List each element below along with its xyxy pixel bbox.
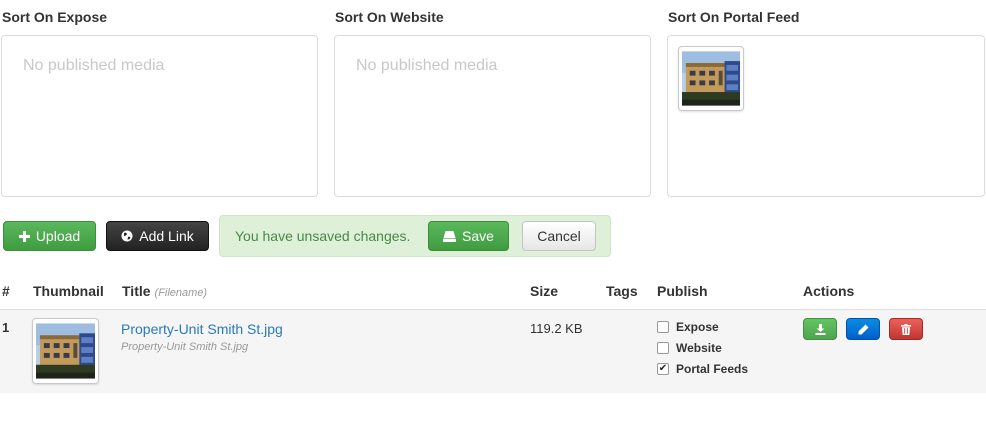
media-title-link[interactable]: Property-Unit Smith St.jpg	[121, 321, 283, 337]
cancel-button[interactable]: Cancel	[522, 221, 596, 251]
portal-feed-media-thumbnail[interactable]	[678, 46, 744, 111]
column-header-thumbnail: Thumbnail	[33, 283, 104, 299]
publish-website-option[interactable]: Website	[657, 341, 722, 355]
hard-drive-icon	[443, 230, 457, 242]
title-header-label: Title	[122, 283, 151, 299]
upload-label: Upload	[35, 228, 81, 244]
website-checkbox[interactable]	[657, 342, 669, 354]
sort-expose-title: Sort On Expose	[2, 9, 108, 25]
media-filename: Property-Unit Smith St.jpg	[121, 341, 249, 353]
website-label: Website	[676, 341, 722, 355]
download-button[interactable]	[803, 318, 837, 340]
publish-portal-feeds-option[interactable]: ✔ Portal Feeds	[657, 362, 748, 376]
sort-website-dropzone[interactable]: No published media	[334, 35, 651, 197]
globe-icon	[121, 230, 133, 242]
download-icon	[815, 323, 825, 335]
property-image	[682, 50, 740, 107]
save-button[interactable]: Save	[428, 221, 509, 251]
publish-expose-option[interactable]: Expose	[657, 320, 719, 334]
media-size: 119.2 KB	[530, 321, 583, 336]
pencil-icon	[858, 324, 868, 334]
cancel-label: Cancel	[537, 228, 581, 244]
plus-icon	[18, 230, 30, 242]
add-link-label: Add Link	[139, 228, 194, 244]
expose-label: Expose	[676, 320, 719, 334]
column-header-size: Size	[530, 283, 559, 299]
column-header-number: #	[2, 283, 10, 299]
filename-header-label: (Filename)	[154, 287, 208, 299]
unsaved-changes-text: You have unsaved changes.	[235, 228, 411, 244]
upload-button[interactable]: Upload	[3, 221, 96, 251]
sort-website-title: Sort On Website	[335, 9, 444, 25]
expose-checkbox[interactable]	[657, 321, 669, 333]
sort-portal-feed-dropzone[interactable]	[667, 35, 985, 197]
unsaved-changes-alert: You have unsaved changes. Save Cancel	[219, 215, 611, 257]
portal-feeds-label: Portal Feeds	[676, 362, 749, 376]
portal-feeds-checkbox[interactable]: ✔	[657, 363, 669, 375]
trash-icon	[901, 323, 911, 335]
property-image	[36, 322, 95, 380]
save-label: Save	[462, 228, 494, 244]
column-header-tags: Tags	[606, 283, 638, 299]
empty-state-text: No published media	[23, 57, 165, 74]
sort-expose-dropzone[interactable]: No published media	[1, 35, 318, 197]
sort-portal-feed-title: Sort On Portal Feed	[668, 9, 800, 25]
row-thumbnail[interactable]	[32, 318, 99, 384]
column-header-title: Title (Filename)	[122, 283, 207, 299]
empty-state-text: No published media	[356, 57, 498, 74]
column-header-actions: Actions	[803, 283, 855, 299]
add-link-button[interactable]: Add Link	[106, 221, 209, 251]
edit-button[interactable]	[846, 318, 880, 340]
delete-button[interactable]	[889, 318, 923, 340]
column-header-publish: Publish	[657, 283, 708, 299]
row-number: 1	[2, 320, 10, 335]
